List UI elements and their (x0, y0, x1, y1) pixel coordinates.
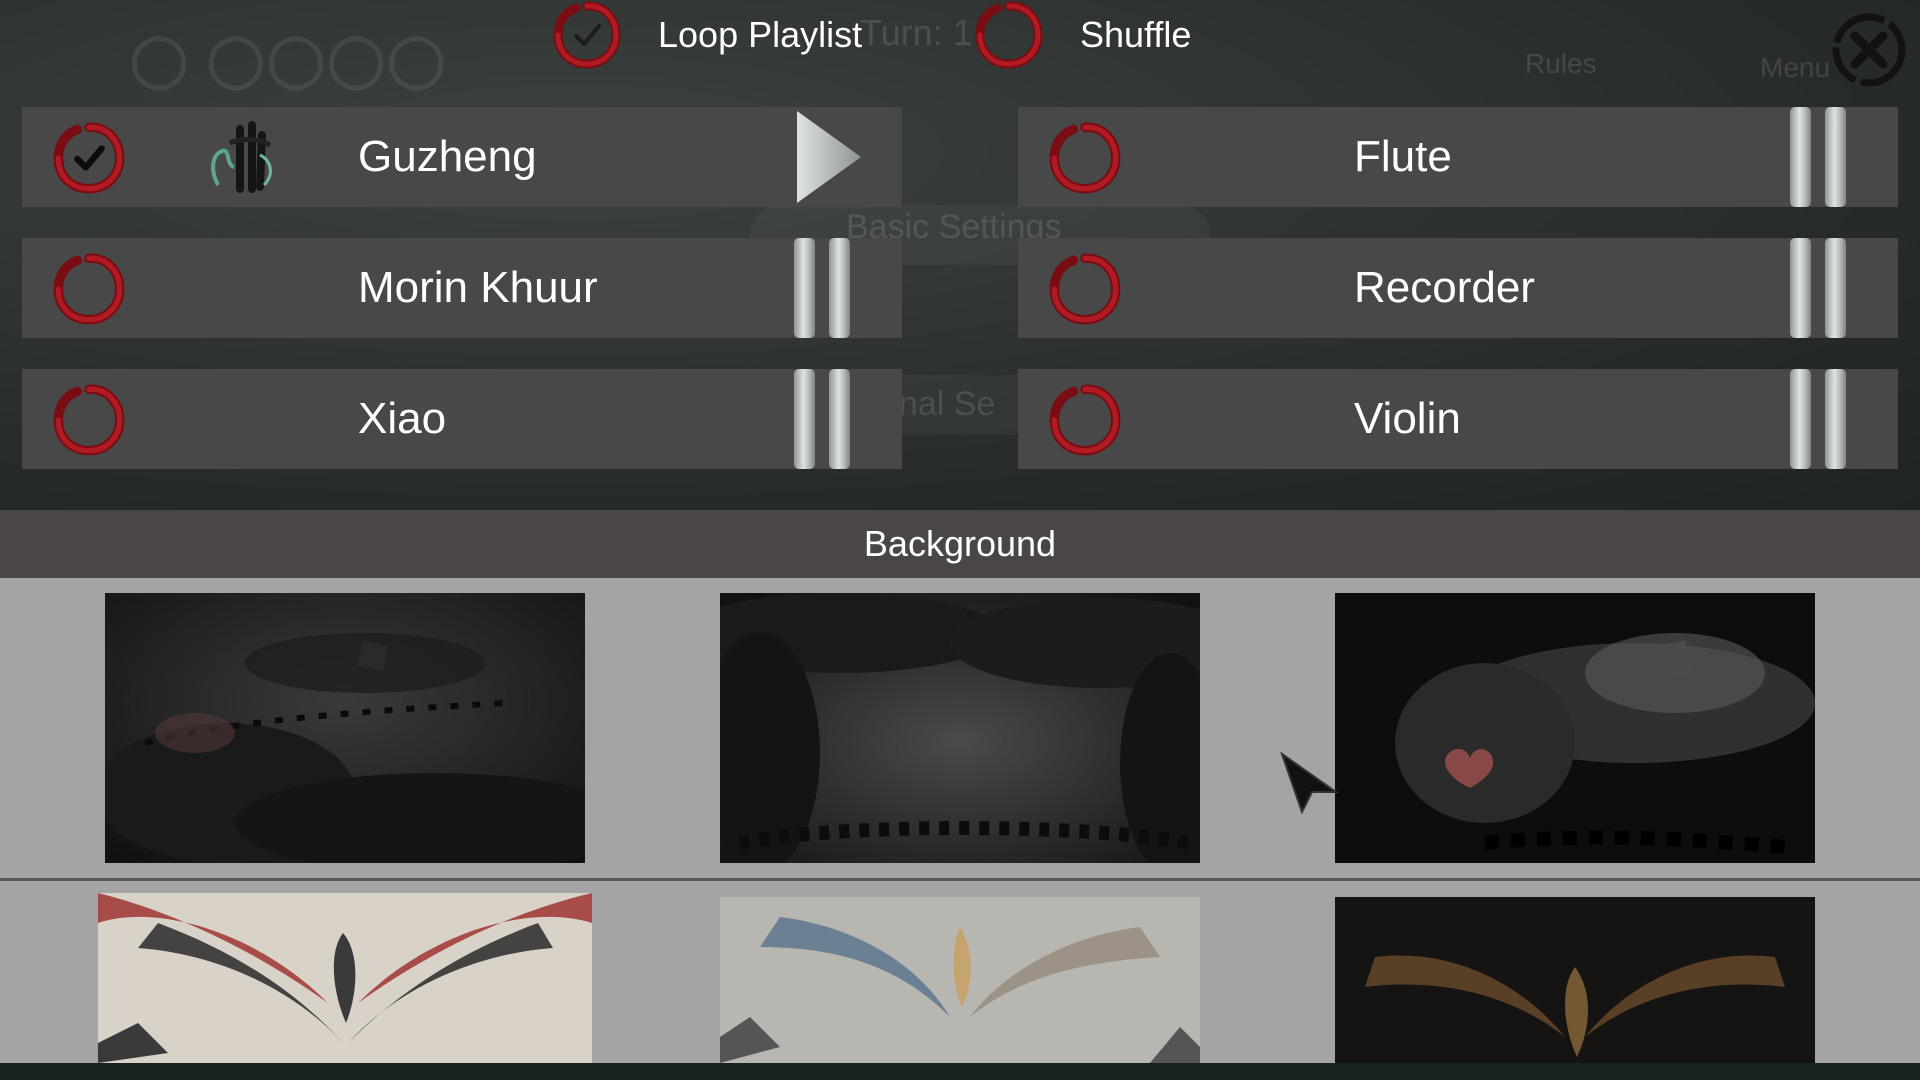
unchecked-ring-icon[interactable] (1048, 252, 1122, 326)
game-logo: ◯ ◯◯◯◯ (130, 31, 448, 89)
background-option-golden-phoenix[interactable] (1335, 897, 1815, 1063)
loop-playlist-label: Loop Playlist (658, 14, 863, 55)
cursor-arrow-icon (1280, 752, 1340, 814)
track-name: Recorder (1354, 263, 1535, 312)
track-name: Guzheng (358, 132, 537, 181)
background-option-ink-heart-storm[interactable] (1335, 593, 1815, 863)
shuffle-label: Shuffle (1080, 14, 1192, 55)
checked-ring-icon[interactable] (52, 121, 126, 195)
turn-indicator: Turn: 1 (860, 12, 973, 53)
track-row-flute[interactable]: Flute (1018, 107, 1898, 207)
track-name: Flute (1354, 132, 1452, 181)
background-section-title: Background (0, 510, 1920, 578)
unchecked-ring-icon[interactable] (52, 252, 126, 326)
track-name: Violin (1354, 394, 1461, 443)
pause-icon[interactable] (1790, 238, 1846, 338)
track-row-guzheng[interactable]: Guzheng (22, 107, 902, 207)
track-row-violin[interactable]: Violin (1018, 369, 1898, 469)
background-option-red-phoenix[interactable] (98, 893, 592, 1063)
track-row-xiao[interactable]: Xiao (22, 369, 902, 469)
checked-ring-icon (553, 1, 621, 69)
close-icon[interactable] (1829, 10, 1909, 90)
background-option-ink-clouds-void[interactable] (720, 593, 1200, 863)
pause-icon[interactable] (794, 238, 850, 338)
background-option-ink-dice-landscape[interactable] (105, 593, 585, 863)
track-row-morin-khuur[interactable]: Morin Khuur (22, 238, 902, 338)
pause-icon[interactable] (1790, 107, 1846, 207)
guzheng-icon (211, 121, 272, 193)
track-row-recorder[interactable]: Recorder (1018, 238, 1898, 338)
loop-playlist-toggle[interactable]: Loop Playlist (552, 0, 862, 70)
shuffle-toggle[interactable]: Shuffle (974, 0, 1191, 70)
pause-icon[interactable] (794, 369, 850, 469)
unchecked-ring-icon[interactable] (1048, 383, 1122, 457)
track-name: Xiao (358, 394, 447, 443)
background-option-blue-phoenix[interactable] (720, 897, 1200, 1063)
pause-icon[interactable] (1790, 369, 1846, 469)
play-icon[interactable] (793, 109, 863, 205)
track-name: Morin Khuur (358, 263, 598, 312)
unchecked-ring-icon[interactable] (52, 383, 126, 457)
rules-link: Rules (1525, 48, 1597, 79)
bottom-strip (0, 1063, 1920, 1080)
unchecked-ring-icon[interactable] (1048, 121, 1122, 195)
gallery-divider (0, 878, 1920, 881)
menu-link: Menu (1760, 52, 1831, 83)
unchecked-ring-icon (975, 1, 1043, 69)
